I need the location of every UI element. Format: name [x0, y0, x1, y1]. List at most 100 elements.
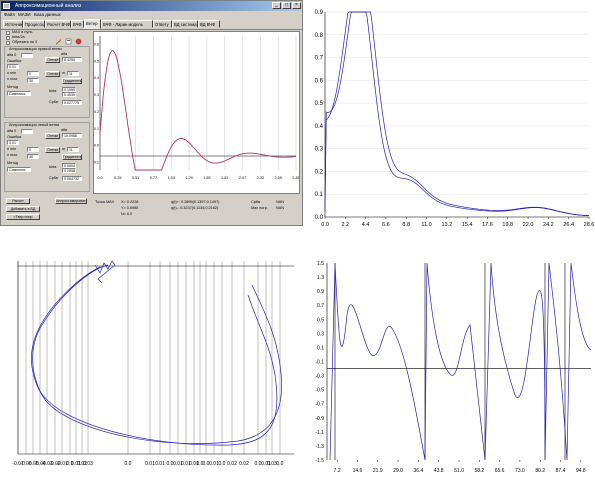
- add-db-button[interactable]: Добавить в БД: [6, 206, 40, 212]
- br-x-tick-label: 94.8: [576, 468, 586, 474]
- inner-x-tick-label: 0.51: [132, 176, 139, 180]
- inner-x-tick-label: 1.29: [185, 176, 192, 180]
- inner-x-tick-label: 0.0: [97, 176, 102, 180]
- tr-x-tick-label: 28.6: [584, 222, 595, 228]
- inner-plot: 0.0 0.25 0.51 0.77 1.03 1.29 1.55 1.81 2.07 2.33 2…: [93, 31, 300, 194]
- inner-y-tick-label: 0.6: [94, 43, 99, 47]
- br-y-tick-label: 1.5: [317, 261, 324, 267]
- optim-m-button[interactable]: Оптим: [45, 71, 60, 77]
- inner-y-tick-label: -0.1: [94, 161, 99, 165]
- tr-x-tick-label: 22.0: [523, 222, 534, 228]
- top-right-chart: 0.9 0.8 0.7 0.6 0.5 0.4 0.3 0.2 0.1 0.0 0.0 2.2 4.4 6…: [305, 0, 595, 235]
- tr-x-tick-label: 6.6: [382, 222, 390, 228]
- minimize-button[interactable]: _: [272, 2, 281, 9]
- br-y-tick-label: -1.3: [315, 444, 324, 450]
- alfa-value[interactable]: 6.4255: [62, 57, 82, 62]
- tab-vchf-larin[interactable]: ВЧФ - Ларин модель: [101, 20, 153, 28]
- gradient-button[interactable]: Градиентный: [62, 78, 82, 84]
- clear-icon[interactable]: [75, 32, 82, 45]
- bl-x-tick-label: 0.03: [83, 461, 93, 467]
- m-input[interactable]: 11: [67, 71, 79, 76]
- reset-button[interactable]: <Твер попр: [6, 214, 40, 220]
- tr-x-tick-label: 17.6: [482, 222, 493, 228]
- tr-x-tick-label: 13.2: [441, 222, 452, 228]
- beta-value-2-2[interactable]: 0.2858: [62, 168, 76, 173]
- copy-icon[interactable]: [65, 32, 72, 45]
- tab-processes[interactable]: Процессы: [23, 20, 45, 28]
- menu-mazi[interactable]: МАЗИ: [18, 11, 31, 19]
- tab-wind[interactable]: Ветер: [84, 19, 101, 29]
- skn-value-2[interactable]: 0.064732: [62, 176, 82, 181]
- method-select-2[interactable]: Симплекс: [7, 167, 31, 172]
- tr-x-tick-label: 19.8: [502, 222, 513, 228]
- tr-y-tick-label: 0.4: [315, 124, 324, 130]
- tab-answer[interactable]: Ответу: [153, 20, 172, 28]
- bottom-left-chart-svg: -0.07-0.06-0.05-0.04-0.03-0.02-0.010.00.…: [12, 260, 294, 467]
- trim-zero-checkbox[interactable]: [6, 41, 10, 45]
- br-x-tick-label: 65.6: [495, 468, 505, 474]
- control-panel: MAX в нуль beta/2a Обрезать на 0 Аппрокс…: [3, 30, 91, 225]
- gradient-button-2[interactable]: Градиентный: [62, 154, 82, 160]
- skn-info-label: СрКв: [251, 200, 261, 204]
- error-input-2[interactable]: 0.01: [7, 140, 19, 145]
- br-x-tick-label: 29.0: [393, 468, 403, 474]
- max-zero-checkbox[interactable]: [6, 31, 10, 35]
- tab-vd-vchf[interactable]: ВД ВЧФ: [198, 20, 220, 28]
- title-bar: Аппроксимационный анализ _ □ ×: [1, 1, 302, 11]
- beta-checkbox[interactable]: [6, 36, 10, 40]
- inner-x-tick-label: 0.77: [150, 176, 157, 180]
- pencil-icon[interactable]: [55, 32, 62, 45]
- tr-x-tick-label: 26.4: [563, 222, 574, 228]
- br-x-tick-label: 36.4: [414, 468, 424, 474]
- bl-x-tick-label: 0.0: [277, 461, 284, 467]
- error-input[interactable]: 0.01: [7, 64, 19, 69]
- br-series-line: [329, 262, 592, 461]
- tab-source[interactable]: Источник: [3, 20, 23, 28]
- nmax-label: n max: [7, 77, 18, 81]
- br-y-tick-label: 0.3: [317, 331, 324, 337]
- tr-x-tick-label: 24.2: [543, 222, 554, 228]
- alfa0-label: alfa 0: [7, 53, 17, 57]
- alfa0-input[interactable]: [21, 53, 33, 58]
- optim-alfa-button[interactable]: Оптим: [45, 57, 60, 63]
- optim-m-button-2[interactable]: Оптим: [45, 147, 60, 153]
- nmin-input-2[interactable]: 0: [27, 147, 39, 152]
- calc-button[interactable]: Расчет: [6, 198, 30, 204]
- skn-info-value: NAN: [276, 200, 285, 204]
- q-plus-readout: q(t)+: 0.2895(0.1397;0.1497): [171, 200, 220, 204]
- tab-calc-vchf[interactable]: Расчет ВЧФ: [45, 20, 71, 28]
- inner-x-tick-label: 2.33: [257, 176, 264, 180]
- inner-x-tick-label: 1.03: [168, 176, 175, 180]
- nmax-input-2[interactable]: 30: [27, 154, 39, 159]
- skn-value[interactable]: 0.027775: [62, 100, 82, 105]
- bl-x-tick-label: 0.01: [145, 461, 155, 467]
- tr-y-tick-label: 0.6: [315, 78, 324, 84]
- menu-database[interactable]: База данных: [34, 11, 61, 19]
- tr-x-tick-label: 0.0: [321, 222, 329, 228]
- menu-file[interactable]: Файл: [4, 11, 15, 19]
- tr-series-line: [324, 11, 590, 216]
- beta-value-2[interactable]: 0.4539: [62, 92, 76, 97]
- nmax-input[interactable]: 30: [27, 78, 39, 83]
- app-window: Аппроксимационный анализ _ □ × Файл МАЗИ…: [0, 0, 303, 226]
- nmin-input[interactable]: 0: [27, 71, 39, 76]
- optim-alfa-button-2[interactable]: Оптим: [45, 133, 60, 139]
- q-minus-readout: q(t)-: 0.3237(0.1134;0.2162): [171, 206, 219, 210]
- bl-x-tick-label: 0.02: [227, 461, 237, 467]
- inner-y-tick-label: 0.1: [94, 127, 99, 131]
- inner-x-tick-label: 0.25: [114, 176, 121, 180]
- left-branch-title: Аппроксимация левой ветви: [9, 123, 60, 127]
- close-button[interactable]: ×: [292, 2, 301, 9]
- method-select[interactable]: Симплекс: [7, 91, 31, 96]
- br-x-tick-label: 80.2: [535, 468, 545, 474]
- tab-vchf[interactable]: ВЧФ: [71, 20, 84, 28]
- alfa0-input-2[interactable]: [21, 129, 33, 134]
- tab-vd-system[interactable]: ВД система: [172, 20, 198, 28]
- m-label: m: [62, 71, 66, 75]
- bl-series-detail: [94, 260, 116, 284]
- br-y-tick-label: 1.3: [317, 275, 324, 281]
- m-input-2[interactable]: 11: [67, 147, 79, 152]
- approximate-button[interactable]: Аппроксимировать: [55, 198, 87, 204]
- maximize-button[interactable]: □: [282, 2, 291, 9]
- alfa-value-2[interactable]: 10.0966: [62, 133, 82, 138]
